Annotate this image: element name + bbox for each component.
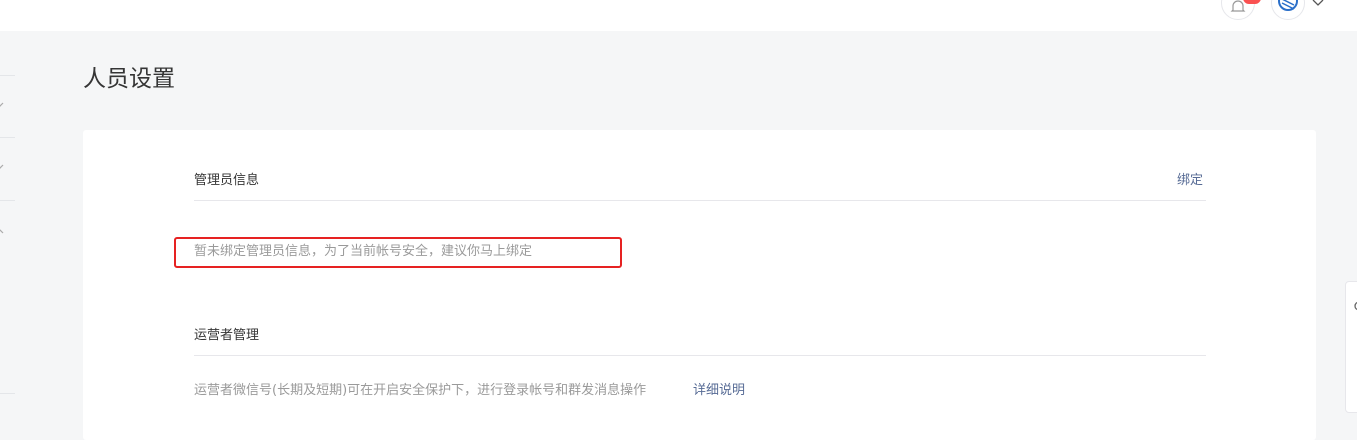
admin-info-title: 管理员信息 (194, 173, 260, 188)
operator-description: 运营者微信号(长期及短期)可在开启安全保护下，进行登录帐号和群发消息操作 (194, 383, 647, 398)
admin-section-divider (194, 200, 1206, 201)
operator-detail-link[interactable]: 详细说明 (693, 381, 745, 401)
sidebar-edge (0, 31, 16, 427)
sidebar-divider (0, 137, 15, 138)
sidebar-divider (0, 200, 15, 201)
help-icon (1354, 301, 1357, 311)
operator-section-divider (194, 355, 1206, 356)
bind-admin-link[interactable]: 绑定 (1177, 171, 1203, 191)
sidebar-chevron-icon[interactable] (0, 161, 8, 173)
floating-side-tab[interactable] (1345, 281, 1357, 413)
account-avatar[interactable] (1271, 0, 1305, 20)
operator-management-title: 运营者管理 (194, 328, 260, 343)
account-menu-chevron-down-icon[interactable] (1312, 0, 1324, 8)
page-title: 人员设置 (83, 66, 175, 92)
sidebar-chevron-icon[interactable] (0, 224, 8, 236)
sidebar-divider (0, 75, 15, 76)
bell-icon (1230, 0, 1246, 12)
admin-unbound-notice: 暂未绑定管理员信息，为了当前帐号安全，建议你马上绑定 (194, 244, 533, 259)
top-bar (0, 0, 1357, 31)
avatar-logo-icon (1278, 0, 1298, 11)
notification-badge (1243, 0, 1261, 4)
sidebar-divider (0, 393, 15, 394)
sidebar-chevron-icon[interactable] (0, 99, 8, 111)
